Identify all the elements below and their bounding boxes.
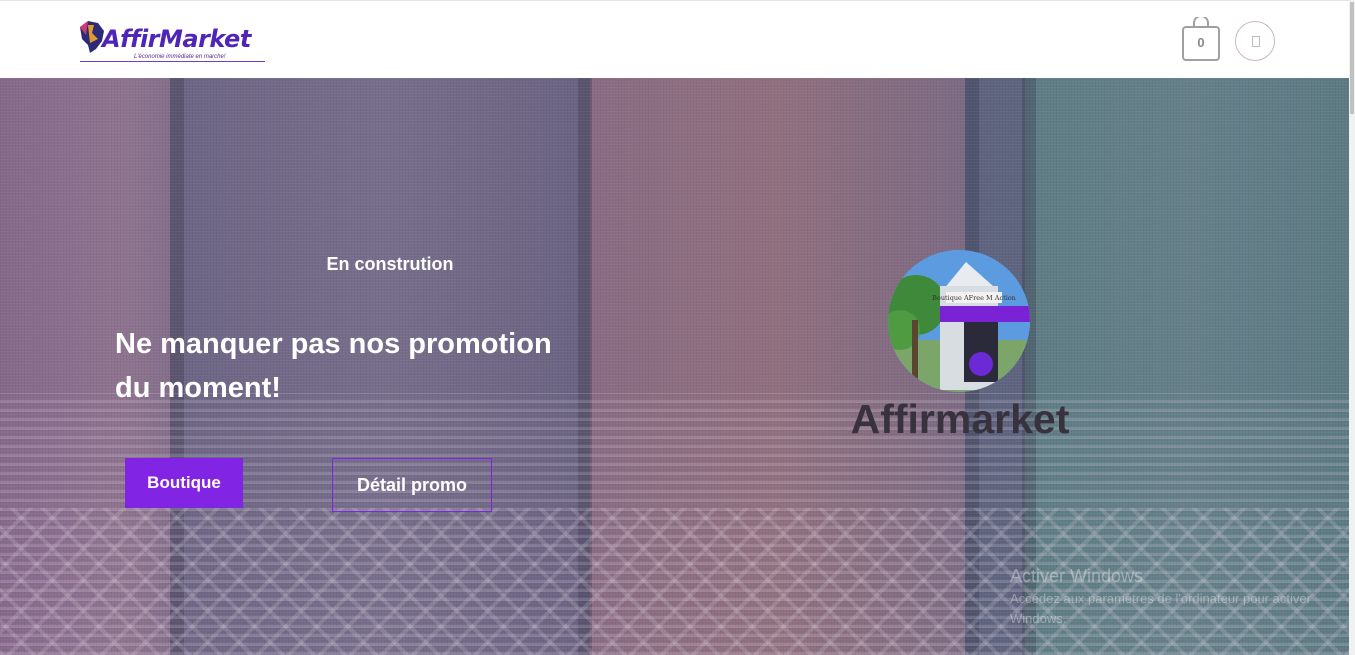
scrollbar-thumb[interactable] [1350,2,1354,114]
account-button[interactable] [1235,21,1275,61]
store-sign: Boutique AFree M Action [932,294,1016,302]
shop-button[interactable]: Boutique [125,458,243,508]
hero-subtitle: En constrution [326,254,454,274]
site-logo[interactable]: AffirMarket L'économie immédiate en marc… [74,17,270,63]
logo-underline [80,61,265,62]
cart-count: 0 [1197,35,1205,50]
watermark-title: Activer Windows [1010,566,1144,586]
user-icon [1252,36,1260,47]
promo-details-button[interactable]: Détail promo [332,458,492,512]
site-header: AffirMarket L'économie immédiate en marc… [0,0,1349,78]
logo-tagline: L'économie immédiate en marche! [134,54,226,60]
cart-button[interactable]: 0 [1182,17,1220,61]
activation-watermark: Activer Windows Accédez aux paramètres d… [1010,566,1330,629]
store-name: Affirmarket [850,396,1070,442]
logo-wordmark: AffirMarket [102,25,251,53]
store-photo: Boutique AFree M Action [888,250,1030,392]
hero-title: Ne manquer pas nos promotion du moment! [115,328,552,404]
hero-banner: En constrution Ne manquer pas nos promot… [0,78,1349,655]
watermark-text: Accédez aux paramètres de l'ordinateur p… [1010,591,1311,626]
